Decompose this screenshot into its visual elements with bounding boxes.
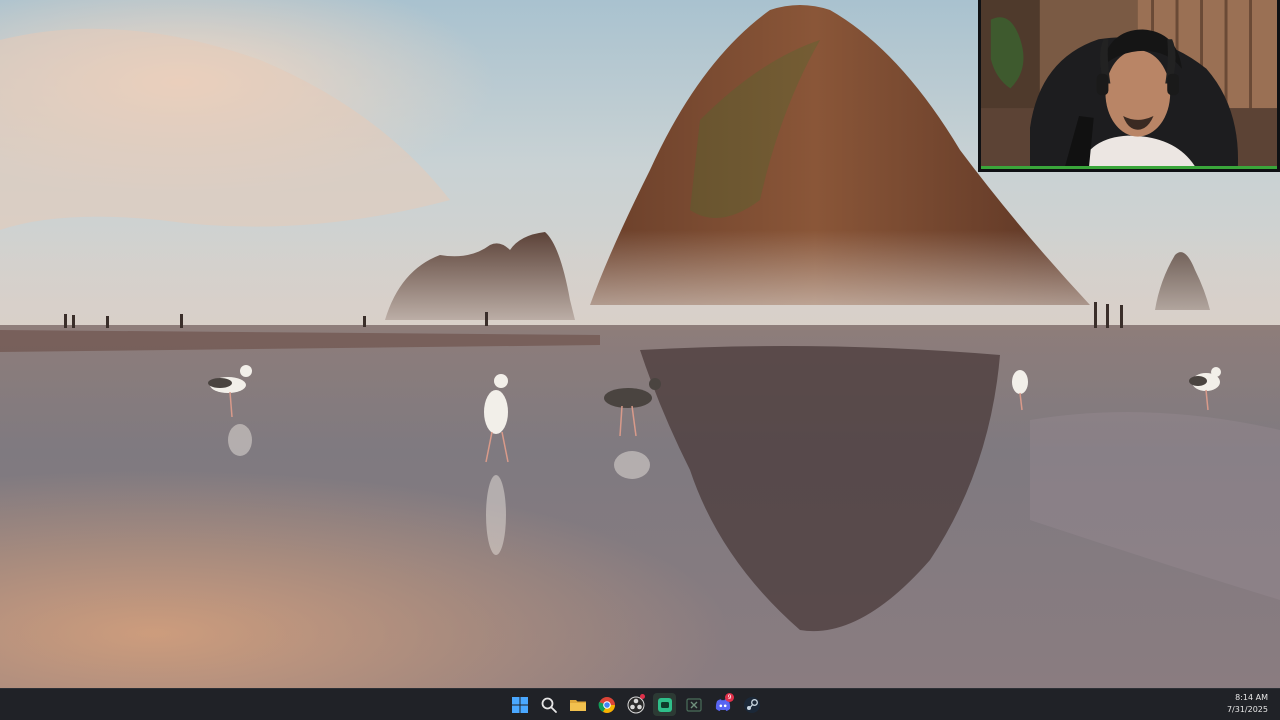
system-clock[interactable]: 8:14 AM 7/31/2025: [1227, 692, 1268, 716]
steam-icon: [743, 696, 760, 713]
taskbar-apps: 9: [508, 689, 763, 720]
discord-button[interactable]: 9: [711, 693, 734, 716]
desktop[interactable]: [0, 0, 1280, 688]
clock-time: 8:14 AM: [1235, 693, 1268, 702]
webcam-overlay: [978, 0, 1280, 172]
start-button[interactable]: [508, 693, 531, 716]
folder-icon: [569, 699, 586, 711]
chrome-icon: [598, 696, 615, 713]
search-button[interactable]: [537, 693, 560, 716]
app-green-button[interactable]: [653, 693, 676, 716]
search-icon: [541, 697, 557, 713]
webcam-feed: [981, 0, 1277, 169]
chrome-button[interactable]: [595, 693, 618, 716]
discord-notification-badge: 9: [725, 693, 734, 702]
file-explorer-button[interactable]: [566, 693, 589, 716]
windows-icon: [511, 696, 528, 713]
webcam-accent-bar: [981, 166, 1277, 169]
taskbar: 9 8:14 AM 7/31/2025: [0, 688, 1280, 720]
excel-button[interactable]: [682, 693, 705, 716]
clock-date: 7/31/2025: [1226, 705, 1268, 714]
spreadsheet-icon: [685, 697, 702, 712]
obs-recording-dot: [640, 694, 645, 699]
steam-button[interactable]: [740, 693, 763, 716]
obs-button[interactable]: [624, 693, 647, 716]
app-icon: [657, 697, 672, 712]
